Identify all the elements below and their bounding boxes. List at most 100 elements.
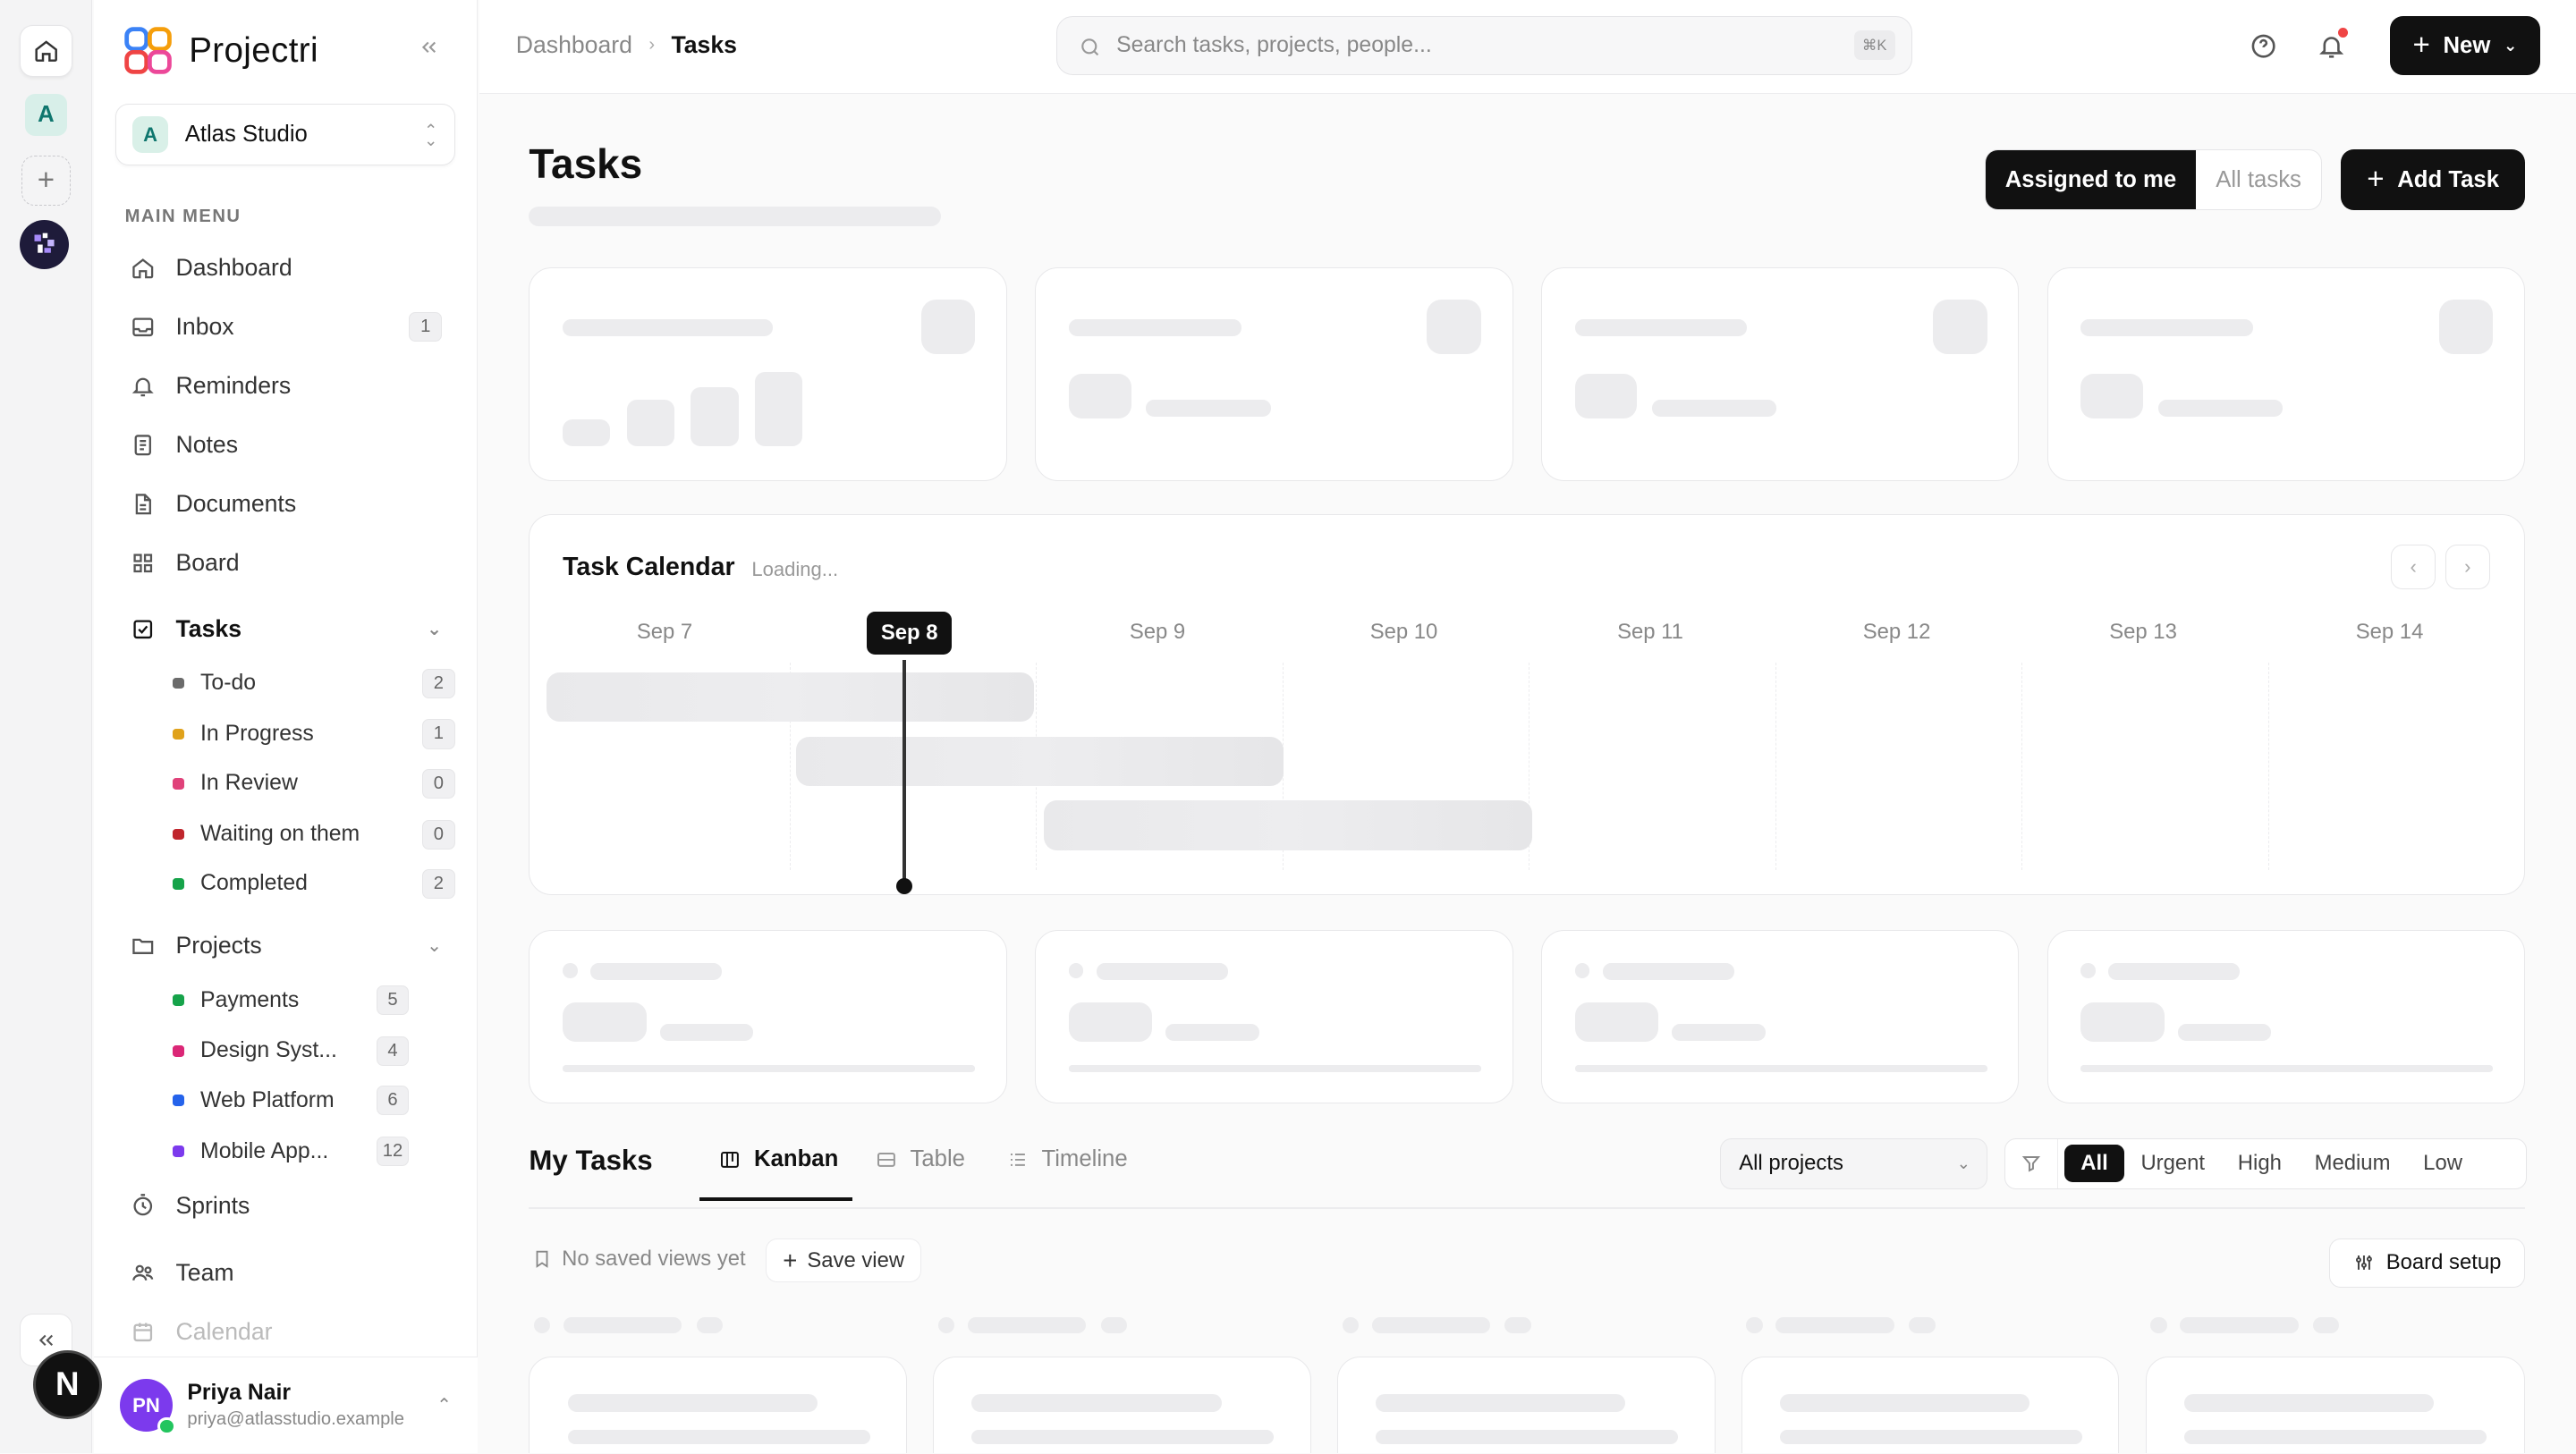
status-dot — [172, 828, 184, 841]
calendar-day-today[interactable]: Sep 8 — [866, 612, 953, 655]
document-icon — [130, 491, 156, 517]
calendar-day[interactable]: Sep 7 — [615, 620, 714, 645]
day-divider — [2021, 663, 2022, 870]
project-dot — [172, 1095, 184, 1106]
task-calendar: Task Calendar Loading... ‹ › Sep 7 Sep 8… — [529, 513, 2525, 895]
calendar-day[interactable]: Sep 14 — [2340, 620, 2438, 645]
scope-all-tasks[interactable]: All tasks — [2196, 150, 2321, 209]
sidebar-item-label: Calendar — [175, 1318, 273, 1346]
main-menu-label: MAIN MENU — [124, 207, 242, 227]
project-item-payments[interactable]: Payments 5 — [172, 979, 410, 1022]
home-icon — [130, 255, 156, 281]
sidebar-item-calendar[interactable]: Calendar — [116, 1307, 454, 1357]
saved-views-empty: No saved views yet — [532, 1247, 746, 1272]
sidebar-item-notes[interactable]: Notes — [116, 420, 454, 469]
priority-all[interactable]: All — [2063, 1145, 2125, 1183]
calendar-day[interactable]: Sep 11 — [1601, 620, 1699, 645]
calendar-prev-icon[interactable]: ‹ — [2391, 544, 2436, 589]
project-label: Mobile App... — [200, 1138, 329, 1163]
status-label: In Review — [200, 771, 298, 796]
summary-card-skeleton — [529, 929, 1007, 1104]
calendar-next-icon[interactable]: › — [2445, 544, 2490, 589]
profile-badge[interactable]: N — [32, 1349, 102, 1419]
sidebar-item-dashboard[interactable]: Dashboard — [116, 243, 454, 292]
calendar-event-skeleton — [795, 736, 1284, 786]
user-menu[interactable]: PN Priya Nair priya@atlasstudio.example … — [93, 1357, 479, 1454]
inbox-icon — [130, 314, 156, 340]
board-setup-label: Board setup — [2385, 1250, 2502, 1275]
status-item-in-progress[interactable]: In Progress 1 — [172, 713, 455, 756]
notifications-icon[interactable] — [2313, 28, 2349, 63]
sidebar-item-tasks[interactable]: Tasks ⌄ — [116, 604, 454, 654]
sidebar-item-inbox[interactable]: Inbox 1 — [116, 302, 454, 351]
calendar-day[interactable]: Sep 13 — [2094, 620, 2192, 645]
status-label: Completed — [200, 871, 308, 896]
task-card-skeleton — [933, 1357, 1311, 1454]
chevron-updown-icon: ⌃ ⌄ — [424, 120, 438, 149]
status-dot — [172, 777, 184, 790]
day-divider — [2267, 663, 2269, 870]
status-label: In Progress — [200, 722, 314, 746]
status-dot — [172, 677, 184, 689]
avatar-initials: PN — [132, 1393, 160, 1416]
my-tasks-title: My Tasks — [529, 1145, 653, 1177]
priority-medium[interactable]: Medium — [2298, 1151, 2407, 1176]
priority-urgent[interactable]: Urgent — [2124, 1151, 2221, 1176]
sidebar-item-sprints[interactable]: Sprints — [116, 1181, 454, 1230]
sidebar-item-team[interactable]: Team — [116, 1248, 454, 1298]
collapse-sidebar-icon[interactable] — [418, 36, 441, 65]
project-label: Payments — [200, 987, 300, 1012]
tab-label: Table — [910, 1146, 965, 1171]
project-item-web-platform[interactable]: Web Platform 6 — [172, 1079, 410, 1122]
sidebar-item-documents[interactable]: Documents — [116, 479, 454, 528]
status-item-in-review[interactable]: In Review 0 — [172, 762, 455, 805]
calendar-day[interactable]: Sep 9 — [1108, 620, 1207, 645]
calendar-event-skeleton — [1044, 800, 1532, 850]
breadcrumb-dashboard[interactable]: Dashboard — [516, 31, 632, 59]
sidebar-item-board[interactable]: Board — [116, 538, 454, 588]
new-button[interactable]: + New ⌄ — [2390, 16, 2540, 76]
task-card-skeleton — [1337, 1357, 1716, 1454]
board-setup-button[interactable]: Board setup — [2329, 1238, 2525, 1288]
status-item-completed[interactable]: Completed 2 — [172, 862, 455, 905]
filter-icon[interactable] — [2005, 1138, 2058, 1188]
day-divider — [1775, 663, 1776, 870]
brand[interactable]: Projectri — [123, 26, 318, 75]
status-item-todo[interactable]: To-do 2 — [172, 662, 455, 705]
app-name: Projectri — [189, 30, 318, 70]
workspace-switcher[interactable]: A Atlas Studio ⌃ ⌄ — [114, 103, 455, 166]
plus-icon: + — [783, 1246, 798, 1274]
project-filter-select[interactable]: All projects ⌄ — [1720, 1137, 1988, 1189]
timer-icon — [130, 1192, 156, 1218]
user-name: Priya Nair — [187, 1381, 292, 1406]
bell-icon — [130, 373, 156, 399]
inbox-count-badge: 1 — [409, 311, 443, 342]
status-label: Waiting on them — [200, 822, 360, 847]
sidebar-item-reminders[interactable]: Reminders — [116, 361, 454, 410]
help-icon[interactable] — [2246, 28, 2282, 63]
chevron-down-icon[interactable]: ⌄ — [427, 618, 442, 640]
chevron-down-icon[interactable]: ⌄ — [427, 934, 442, 957]
save-view-button[interactable]: + Save view — [765, 1238, 922, 1283]
calendar-day[interactable]: Sep 10 — [1354, 620, 1453, 645]
workspace-avatar[interactable] — [20, 220, 70, 270]
add-workspace-button[interactable]: + — [21, 156, 71, 206]
project-item-mobile-app[interactable]: Mobile App... 12 — [172, 1130, 410, 1173]
calendar-day[interactable]: Sep 12 — [1847, 620, 1945, 645]
priority-high[interactable]: High — [2221, 1151, 2298, 1176]
priority-low[interactable]: Low — [2407, 1151, 2479, 1176]
scope-assigned-to-me[interactable]: Assigned to me — [1985, 150, 2197, 210]
sidebar-item-projects[interactable]: Projects ⌄ — [116, 921, 454, 970]
home-icon[interactable] — [20, 24, 72, 78]
sidebar-item-label: Documents — [175, 490, 297, 518]
project-item-design-system[interactable]: Design Syst... 4 — [172, 1030, 410, 1073]
add-task-button[interactable]: + Add Task — [2341, 149, 2525, 211]
search-shortcut: ⌘K — [1853, 30, 1895, 61]
tab-table[interactable]: Table — [876, 1146, 965, 1172]
search-input[interactable]: Search tasks, projects, people... ⌘K — [1055, 16, 1912, 76]
tab-kanban[interactable]: Kanban — [719, 1146, 838, 1172]
tab-timeline[interactable]: Timeline — [1007, 1146, 1128, 1172]
project-label: Web Platform — [200, 1087, 335, 1112]
workspace-switch-a[interactable]: A — [24, 93, 68, 137]
status-item-waiting[interactable]: Waiting on them 0 — [172, 813, 455, 856]
